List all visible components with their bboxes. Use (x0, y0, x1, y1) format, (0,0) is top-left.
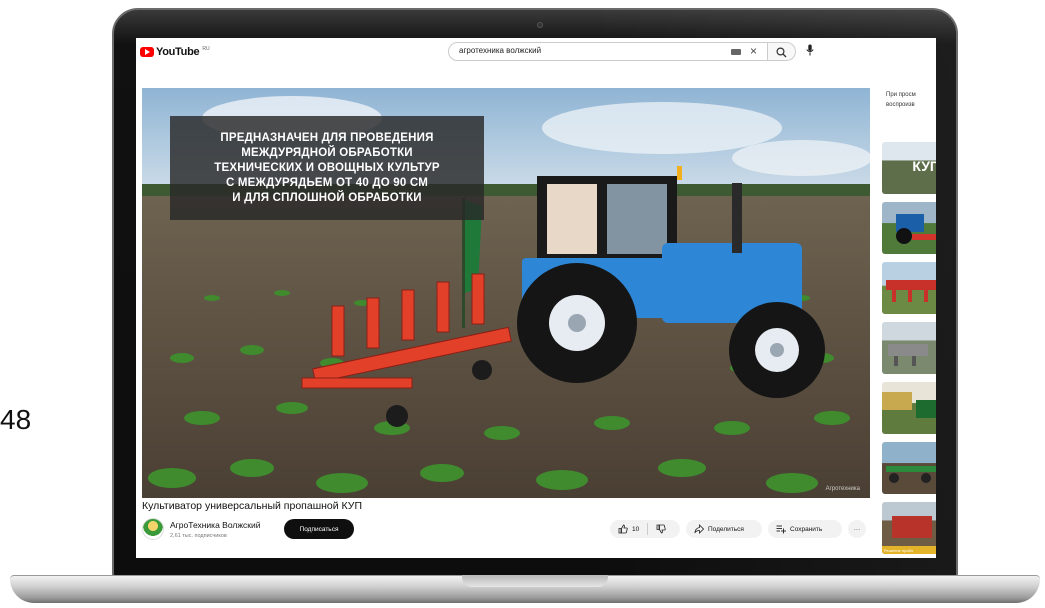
recommended-video-thumbnail[interactable] (882, 262, 936, 314)
share-button[interactable]: Поделиться (686, 520, 762, 538)
keyboard-icon[interactable] (731, 49, 741, 55)
share-label: Поделиться (708, 525, 744, 533)
video-caption-text: ПРЕДНАЗНАЧЕН ДЛЯ ПРОВЕДЕНИЯ МЕЖДУРЯДНОЙ … (214, 131, 440, 204)
subscribe-button[interactable]: Подписаться (284, 519, 354, 539)
channel-subscriber-count: 2,61 тыс. подписчиков (170, 533, 227, 539)
share-icon (694, 524, 704, 534)
sidebar-autoplay-note: При просм воспроизв (886, 92, 916, 108)
video-caption-overlay: ПРЕДНАЗНАЧЕН ДЛЯ ПРОВЕДЕНИЯ МЕЖДУРЯДНОЙ … (170, 116, 484, 220)
recommended-video-thumbnail[interactable]: КУП (882, 142, 936, 194)
save-button[interactable]: Сохранить (768, 520, 842, 538)
channel-name[interactable]: АгроТехника Волжский (170, 520, 261, 530)
video-player[interactable]: ПРЕДНАЗНАЧЕН ДЛЯ ПРОВЕДЕНИЯ МЕЖДУРЯДНОЙ … (142, 88, 870, 498)
recommended-video-thumbnail[interactable] (882, 322, 936, 374)
laptop-opening-notch (462, 575, 608, 587)
laptop-lid: YouTube RU агротехника волжский × ПРЕДНА… (112, 8, 958, 580)
recommended-video-thumbnail[interactable] (882, 382, 936, 434)
channel-avatar[interactable] (142, 518, 164, 540)
page-number: 48 (0, 404, 32, 435)
like-divider (647, 523, 649, 535)
search-input[interactable]: агротехника волжский × (448, 42, 768, 61)
more-actions-button[interactable]: ··· (848, 520, 866, 538)
video-title: Культиватор универсальный пропашной КУП (142, 500, 362, 512)
youtube-logo[interactable]: YouTube RU (140, 46, 210, 58)
youtube-region-code: RU (202, 46, 210, 52)
webcam (537, 22, 543, 28)
like-dislike-group: 10 (610, 520, 680, 538)
recommended-video-thumbnail[interactable] (882, 442, 936, 494)
youtube-header: YouTube RU агротехника волжский × (136, 38, 936, 66)
page: 48 YouTube RU агротехника волжский × ПРЕ… (0, 0, 1045, 608)
thumbs-up-icon[interactable] (618, 524, 628, 534)
thumbnail-caption: Решение пробл (884, 548, 913, 553)
microphone-icon[interactable] (806, 44, 814, 56)
clear-search-icon[interactable]: × (750, 44, 757, 58)
search-query: агротехника волжский (459, 46, 542, 55)
thumbnail-label: КУП (912, 158, 936, 174)
like-count[interactable]: 10 (632, 526, 639, 533)
video-watermark: Агротехника (825, 486, 860, 492)
save-label: Сохранить (790, 525, 823, 533)
recommended-video-thumbnail[interactable] (882, 202, 936, 254)
laptop-screen: YouTube RU агротехника волжский × ПРЕДНА… (136, 38, 936, 558)
youtube-logo-text: YouTube (156, 46, 200, 58)
youtube-play-icon (140, 47, 154, 57)
save-to-playlist-icon (776, 525, 786, 534)
thumbs-down-icon[interactable] (656, 524, 666, 534)
recommended-video-thumbnail[interactable]: Решение пробл (882, 502, 936, 554)
search-button[interactable] (768, 42, 796, 61)
search-icon (776, 47, 787, 58)
